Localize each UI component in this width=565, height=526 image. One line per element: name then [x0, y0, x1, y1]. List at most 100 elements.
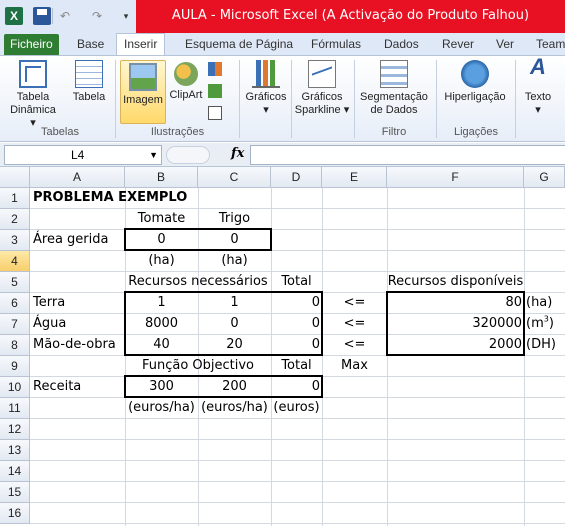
row-header-10[interactable]: 10 — [0, 377, 30, 398]
cell-f6[interactable]: 80 — [387, 293, 524, 314]
clipart-button[interactable]: ClipArt — [168, 60, 204, 102]
cell-e8[interactable]: <= — [322, 335, 387, 356]
tab-inserir[interactable]: Inserir — [116, 33, 166, 55]
cell-e6[interactable]: <= — [322, 293, 387, 314]
row-header-2[interactable]: 2 — [0, 209, 30, 230]
smartart-icon[interactable] — [208, 84, 222, 98]
cell-b6[interactable]: 1 — [125, 293, 198, 314]
formula-bar: L4 ▼ fx — [0, 143, 565, 167]
cell-d7[interactable]: 0 — [271, 314, 322, 335]
graficos-button[interactable]: Gráficos ▾ — [243, 60, 289, 117]
cell-f8[interactable]: 2000 — [387, 335, 524, 356]
tabela-button[interactable]: Tabela — [68, 60, 110, 104]
save-icon[interactable] — [33, 7, 51, 25]
row-header-7[interactable]: 7 — [0, 314, 30, 335]
cell-b4[interactable]: (ha) — [125, 251, 198, 272]
column-header-b[interactable]: B — [125, 167, 198, 188]
cell-b8[interactable]: 40 — [125, 335, 198, 356]
name-box[interactable]: L4 ▼ — [4, 145, 162, 165]
insert-function-icon[interactable]: fx — [231, 146, 244, 161]
tab-ficheiro[interactable]: Ficheiro — [4, 34, 59, 55]
row-header-5[interactable]: 5 — [0, 272, 30, 293]
row-header-13[interactable]: 13 — [0, 440, 30, 461]
cell-b10[interactable]: 300 — [125, 377, 198, 398]
texto-button[interactable]: A Texto ▾ — [519, 56, 557, 117]
tab-esquema-de-pagina[interactable]: Esquema de Página — [185, 34, 293, 55]
cell-c10[interactable]: 200 — [198, 377, 271, 398]
cell-b5[interactable]: Recursos necessários — [125, 272, 271, 293]
cell-e7[interactable]: <= — [322, 314, 387, 335]
cell-d11[interactable]: (euros) — [271, 398, 322, 419]
undo-icon[interactable]: ↶ — [56, 7, 74, 25]
cell-a8[interactable]: Mão-de-obra — [30, 335, 125, 356]
cell-a6[interactable]: Terra — [30, 293, 125, 314]
cell-c11[interactable]: (euros/ha) — [198, 398, 271, 419]
column-header-g[interactable]: G — [524, 167, 565, 188]
column-header-f[interactable]: F — [387, 167, 524, 188]
cell-e9[interactable]: Max — [322, 356, 387, 377]
row-header-9[interactable]: 9 — [0, 356, 30, 377]
worksheet-grid[interactable]: A B C D E F G 1 2 3 4 5 6 7 8 9 10 11 12… — [0, 167, 565, 526]
customize-qat-icon[interactable]: ▾ — [121, 7, 131, 25]
gridline — [30, 460, 565, 461]
cell-a7[interactable]: Água — [30, 314, 125, 335]
cell-d5[interactable]: Total — [271, 272, 322, 293]
cell-f5[interactable]: Recursos disponíveis — [387, 272, 524, 293]
row-header-6[interactable]: 6 — [0, 293, 30, 314]
row-header-3[interactable]: 3 — [0, 230, 30, 251]
select-all-corner[interactable] — [0, 167, 30, 188]
row-header-14[interactable]: 14 — [0, 461, 30, 482]
row-header-1[interactable]: 1 — [0, 188, 30, 209]
cell-d10[interactable]: 0 — [271, 377, 322, 398]
cell-c3[interactable]: 0 — [198, 230, 271, 251]
cell-c4[interactable]: (ha) — [198, 251, 271, 272]
cell-f7[interactable]: 320000 — [387, 314, 524, 335]
row-header-15[interactable]: 15 — [0, 482, 30, 503]
cell-g7[interactable]: (m3) — [524, 314, 565, 335]
segmentacao-de-dados-button[interactable]: Segmentação de Dados — [358, 60, 430, 117]
row-header-4[interactable]: 4 — [0, 251, 30, 272]
tabela-dinamica-button[interactable]: Tabela Dinâmica ▾ — [6, 60, 60, 130]
cell-c8[interactable]: 20 — [198, 335, 271, 356]
tab-ver[interactable]: Ver — [496, 34, 514, 55]
cell-c2[interactable]: Trigo — [198, 209, 271, 230]
cell-g8[interactable]: (DH) — [524, 335, 565, 356]
cell-d9[interactable]: Total — [271, 356, 322, 377]
cell-b11[interactable]: (euros/ha) — [125, 398, 198, 419]
redo-icon[interactable]: ↷ — [88, 7, 106, 25]
column-header-a[interactable]: A — [30, 167, 125, 188]
row-header-16[interactable]: 16 — [0, 503, 30, 524]
tab-base[interactable]: Base — [77, 34, 104, 55]
cell-d6[interactable]: 0 — [271, 293, 322, 314]
formula-bar-handle[interactable] — [166, 146, 210, 164]
hiperligacao-button[interactable]: Hiperligação — [440, 60, 510, 104]
column-header-c[interactable]: C — [198, 167, 271, 188]
formula-input[interactable] — [250, 145, 565, 165]
sparkline-button[interactable]: Gráficos Sparkline ▾ — [293, 60, 351, 117]
tab-team[interactable]: Team — [536, 34, 565, 55]
column-header-e[interactable]: E — [322, 167, 387, 188]
cell-a1[interactable]: PROBLEMA EXEMPLO — [30, 188, 230, 209]
column-header-d[interactable]: D — [271, 167, 322, 188]
screenshot-icon[interactable] — [208, 106, 222, 120]
cell-b2[interactable]: Tomate — [125, 209, 198, 230]
excel-icon[interactable]: X — [5, 7, 23, 25]
cell-b9[interactable]: Função Objectivo — [125, 356, 271, 377]
tab-dados[interactable]: Dados — [384, 34, 419, 55]
row-header-12[interactable]: 12 — [0, 419, 30, 440]
chevron-down-icon[interactable]: ▼ — [149, 146, 158, 164]
row-header-8[interactable]: 8 — [0, 335, 30, 356]
cell-c7[interactable]: 0 — [198, 314, 271, 335]
cell-a3[interactable]: Área gerida — [30, 230, 125, 251]
cell-c6[interactable]: 1 — [198, 293, 271, 314]
shapes-icon[interactable] — [208, 62, 222, 76]
cell-b7[interactable]: 8000 — [125, 314, 198, 335]
tab-formulas[interactable]: Fórmulas — [311, 34, 361, 55]
cell-d8[interactable]: 0 — [271, 335, 322, 356]
cell-a10[interactable]: Receita — [30, 377, 125, 398]
cell-g6[interactable]: (ha) — [524, 293, 565, 314]
tab-rever[interactable]: Rever — [442, 34, 474, 55]
cell-b3[interactable]: 0 — [125, 230, 198, 251]
row-header-11[interactable]: 11 — [0, 398, 30, 419]
imagem-button[interactable]: Imagem — [120, 60, 166, 124]
